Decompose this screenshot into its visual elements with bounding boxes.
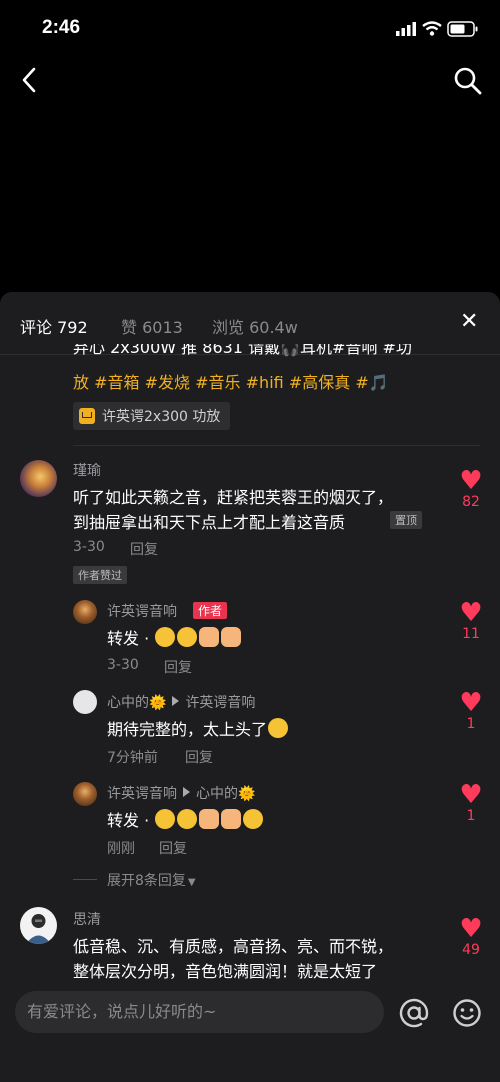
heart-icon: ♥ [459, 466, 483, 496]
like-button[interactable]: ♥ 1 [451, 782, 491, 824]
comment-sheet: 评论 792 赞 6013 浏览 60.4w ✕ 弃心 2x300W 推 863… [0, 292, 500, 1082]
reply-button[interactable]: 回复 [130, 539, 158, 559]
avatar[interactable] [73, 690, 97, 714]
product-link[interactable]: 许英谔2x300 功放 [73, 402, 231, 430]
laugh-tears-emoji-icon [177, 627, 198, 647]
reply-text: 转发 · [107, 625, 242, 649]
clap-emoji-icon [199, 809, 220, 829]
hashtag[interactable]: #音乐 [195, 373, 240, 392]
emoji-icon[interactable] [452, 998, 482, 1028]
hashtag[interactable]: #音箱 [94, 373, 139, 392]
avatar[interactable] [20, 907, 57, 944]
author-badge: 作者 [193, 602, 228, 619]
like-button[interactable]: ♥ 82 [451, 468, 491, 510]
close-button[interactable]: ✕ [460, 309, 478, 334]
like-count: 1 [466, 808, 476, 824]
divider [73, 879, 97, 880]
reply-arrow-icon [183, 787, 190, 797]
divider [73, 445, 480, 446]
reply-button[interactable]: 回复 [164, 657, 192, 677]
laugh-tears-emoji-icon [243, 809, 264, 829]
comment-time: 3-30 [73, 539, 105, 555]
chevron-left-icon [22, 67, 36, 93]
back-button[interactable] [20, 67, 38, 93]
like-count: 49 [462, 942, 480, 958]
heart-icon: ♥ [459, 688, 483, 718]
reply-text: 转发 · [107, 807, 264, 831]
battery-icon [447, 21, 478, 37]
caret-down-icon: ▼ [187, 877, 196, 888]
heart-icon: ♥ [459, 780, 483, 810]
signal-icon [396, 22, 416, 36]
hashtag[interactable]: #高保真 [289, 373, 350, 392]
tab-views[interactable]: 浏览 60.4w [212, 314, 298, 338]
post-caption-line2: 放 #音箱 #发烧 #音乐 #hifi #高保真 #🎵 [73, 373, 389, 392]
at-icon[interactable] [399, 998, 429, 1028]
reply-text: 期待完整的，太上头了 [107, 716, 289, 740]
like-count: 11 [462, 626, 480, 642]
avatar[interactable] [73, 600, 97, 624]
reply-author[interactable]: 许英谔音响 [107, 786, 177, 802]
laugh-tears-emoji-icon [268, 718, 289, 738]
comment-text: 到抽屉拿出和天下点上才配上着这音质 [73, 513, 346, 532]
hashtag[interactable]: #hifi [246, 373, 284, 392]
like-count: 1 [466, 716, 476, 732]
comment-input-bar: 有爱评论，说点儿好听的~ [0, 980, 500, 1082]
thumbs-up-emoji-icon [221, 809, 242, 829]
cart-icon [79, 408, 95, 424]
person-avatar-icon [26, 914, 51, 944]
tab-comments[interactable]: 评论 792 [20, 314, 88, 338]
grin-emoji-icon [155, 809, 176, 829]
reply-button[interactable]: 回复 [185, 747, 213, 767]
reply-time: 7分钟前 [107, 750, 158, 766]
reply-author[interactable]: 心中的🌞 [107, 695, 166, 711]
reply-time: 3-30 [107, 657, 139, 673]
comment-text: 听了如此天籁之音，赶紧把芙蓉王的烟灭了， [73, 488, 394, 507]
heart-icon: ♥ [459, 598, 483, 628]
avatar[interactable] [20, 460, 57, 497]
wifi-icon [422, 21, 442, 36]
comment-text: 低音稳、沉、有质感，高音扬、亮、而不锐， [73, 937, 394, 956]
comment-author[interactable]: 思清 [73, 909, 101, 929]
reply-author-line: 心中的🌞 许英谔音响 [107, 692, 255, 712]
close-icon: ✕ [460, 309, 479, 334]
expand-replies-button[interactable]: 展开8条回复 ▼ [107, 870, 196, 890]
hashtag[interactable]: #发烧 [145, 373, 190, 392]
grin-emoji-icon [155, 627, 176, 647]
like-count: 82 [462, 494, 480, 510]
heart-icon: ♥ [459, 914, 483, 944]
like-button[interactable]: ♥ 11 [451, 600, 491, 642]
hashtag[interactable]: #🎵 [355, 373, 388, 392]
reply-target[interactable]: 心中的🌞 [196, 786, 255, 802]
post-caption-line1: 弃心 2x300W 推 8631 请戴🎧耳机#音响 #功 [73, 344, 412, 357]
reply-author-line: 许英谔音响 心中的🌞 [107, 783, 255, 803]
pinned-badge: 置顶 [390, 511, 422, 529]
thumbs-up-emoji-icon [221, 627, 242, 647]
reply-arrow-icon [172, 696, 180, 706]
reply-author[interactable]: 许英谔音响 [107, 601, 177, 621]
product-label: 许英谔2x300 功放 [102, 409, 221, 425]
angry-emoji-icon [177, 809, 198, 829]
like-button[interactable]: ♥ 49 [451, 916, 491, 958]
tab-likes[interactable]: 赞 6013 [121, 314, 183, 338]
author-liked-badge: 作者赞过 [73, 566, 127, 584]
search-button[interactable] [453, 66, 483, 96]
reply-time: 刚刚 [107, 841, 135, 857]
avatar[interactable] [73, 782, 97, 806]
comment-input[interactable]: 有爱评论，说点儿好听的~ [15, 991, 384, 1033]
comment-text: 整体层次分明，音色饱满圆润！就是太短了 [73, 962, 378, 981]
comment-author[interactable]: 瑾瑜 [73, 460, 101, 480]
clap-emoji-icon [199, 627, 220, 647]
like-button[interactable]: ♥ 1 [451, 690, 491, 732]
status-time: 2:46 [42, 17, 81, 38]
reply-target[interactable]: 许英谔音响 [185, 695, 255, 711]
reply-button[interactable]: 回复 [159, 838, 187, 858]
